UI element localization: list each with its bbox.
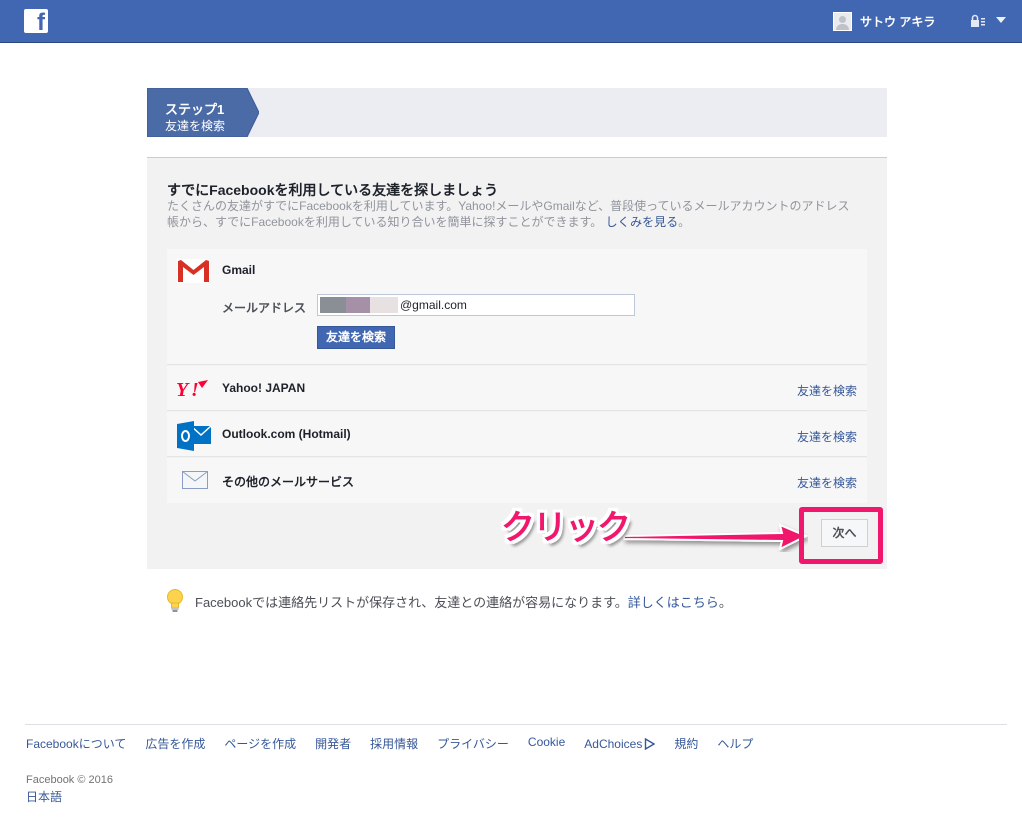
provider-name: Yahoo! JAPAN	[222, 381, 306, 395]
yahoo-icon: Y !	[176, 379, 208, 400]
email-label: メールアドレス	[222, 301, 307, 315]
step-subtitle: 友達を検索	[165, 119, 226, 133]
footer-link-careers[interactable]: 採用情報	[370, 735, 418, 752]
yahoo-find-friends-link[interactable]: 友達を検索	[797, 382, 857, 399]
step-title: ステップ1	[165, 102, 225, 117]
provider-name: Outlook.com (Hotmail)	[222, 427, 351, 441]
adchoices-icon	[645, 737, 656, 750]
provider-yahoo: Y ! Yahoo! JAPAN 友達を検索	[167, 366, 867, 411]
provider-gmail: Gmail メールアドレス @gmail.com 友達を検索	[167, 249, 867, 365]
step-indicator: ステップ1 友達を検索	[147, 88, 259, 137]
provider-other: その他のメールサービス 友達を検索	[167, 458, 867, 503]
info-suffix: 。	[718, 594, 732, 610]
svg-text:Y: Y	[176, 379, 190, 400]
annotation-label: クリック	[501, 508, 631, 548]
chevron-down-icon[interactable]	[996, 17, 1006, 23]
svg-text:!: !	[191, 379, 199, 400]
footer-link-terms[interactable]: 規約	[674, 735, 698, 752]
info-learn-more-link[interactable]: 詳しくはこちら	[628, 592, 719, 611]
provider-name: その他のメールサービス	[222, 475, 355, 489]
email-value: @gmail.com	[400, 298, 467, 312]
other-find-friends-link[interactable]: 友達を検索	[797, 474, 857, 491]
info-text: Facebookでは連絡先リストが保存され、友達との連絡が容易になります。	[195, 594, 628, 610]
description-line-2: 帳から、すでにFacebookを利用している知り合いを簡単に探すことができます。	[167, 215, 603, 229]
learn-more-suffix: 。	[678, 215, 691, 229]
find-friends-button[interactable]: 友達を検索	[317, 326, 395, 349]
panel-title: すでにFacebookを利用している友達を探しましょう	[167, 182, 499, 198]
footer-link-developers[interactable]: 開発者	[315, 735, 351, 752]
annotation-arrow	[623, 523, 808, 551]
footer-link-about[interactable]: Facebookについて	[26, 735, 126, 752]
outlook-find-friends-link[interactable]: 友達を検索	[797, 428, 857, 445]
provider-name: Gmail	[222, 263, 256, 277]
footer-link-help[interactable]: ヘルプ	[717, 735, 753, 752]
user-name: サトウ アキラ	[860, 14, 936, 29]
footer-link-cookie[interactable]: Cookie	[528, 735, 565, 752]
outlook-icon	[177, 421, 212, 451]
top-navigation-bar: f サトウ アキラ	[0, 0, 1022, 43]
adchoices-label: AdChoices	[584, 736, 643, 751]
facebook-logo[interactable]: f	[24, 9, 48, 33]
privacy-lock-icon[interactable]	[970, 14, 986, 28]
footer-links: Facebookについて 広告を作成 ページを作成 開発者 採用情報 プライバシ…	[26, 735, 772, 752]
footer-link-adchoices[interactable]: AdChoices	[584, 735, 656, 752]
language-link[interactable]: 日本語	[26, 788, 62, 805]
user-profile-link[interactable]: サトウ アキラ	[833, 11, 935, 31]
footer-link-create-ad[interactable]: 広告を作成	[145, 735, 205, 752]
email-provider-list: Gmail メールアドレス @gmail.com 友達を検索 Y ! Yahoo…	[167, 249, 867, 503]
provider-outlook: Outlook.com (Hotmail) 友達を検索	[167, 412, 867, 457]
copyright: Facebook © 2016	[26, 774, 113, 786]
description-line-1: たくさんの友達がすでにFacebookを利用しています。Yahoo!メールやGm…	[167, 199, 850, 213]
redacted-email-mask	[320, 297, 398, 313]
footer-link-privacy[interactable]: プライバシー	[437, 735, 509, 752]
learn-more-link[interactable]: しくみを見る	[606, 215, 678, 229]
avatar	[833, 11, 852, 31]
lightbulb-icon	[167, 589, 183, 612]
footer-divider	[25, 724, 1007, 725]
footer-link-create-page[interactable]: ページを作成	[224, 735, 296, 752]
gmail-icon	[177, 259, 210, 283]
annotation-highlight-box	[799, 507, 883, 564]
info-message: Facebookでは連絡先リストが保存され、友達との連絡が容易になります。 詳し…	[165, 589, 732, 613]
panel-description: たくさんの友達がすでにFacebookを利用しています。Yahoo!メールやGm…	[167, 198, 867, 230]
envelope-icon	[182, 471, 208, 489]
email-field[interactable]: @gmail.com	[317, 294, 635, 316]
